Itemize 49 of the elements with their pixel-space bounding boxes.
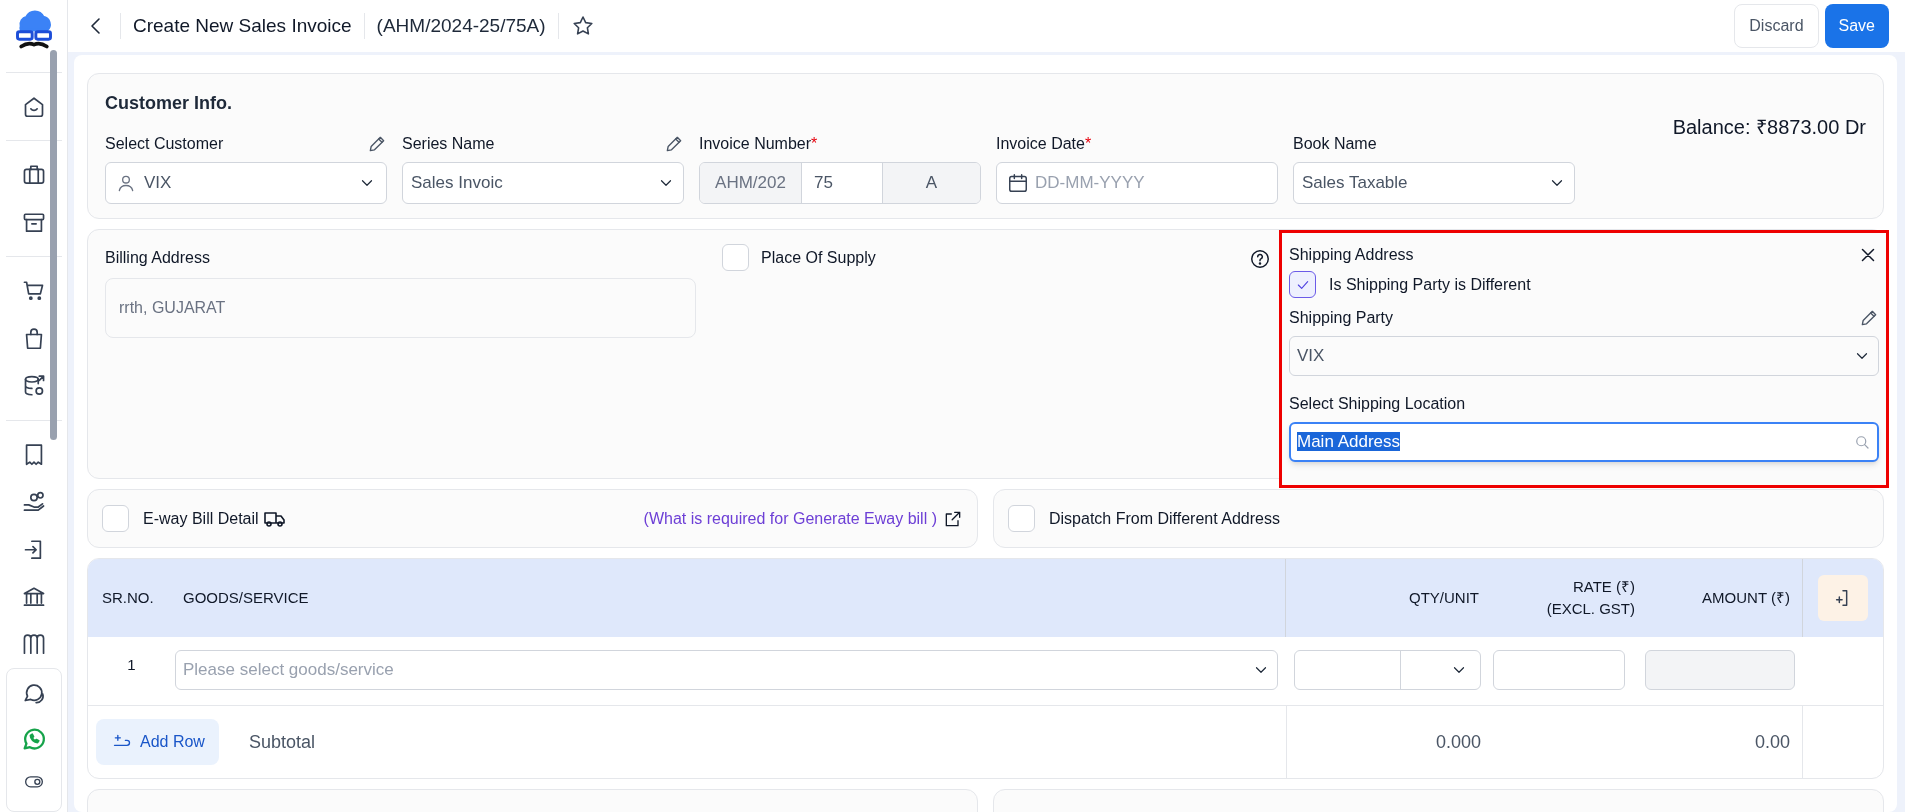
checkbox-label: Place Of Supply [761,247,876,268]
search-field[interactable]: Main Address [1289,422,1879,462]
add-column-button[interactable] [1818,575,1868,621]
field-label: Billing Address [105,248,211,268]
subtotal-label: Subtotal [248,730,315,754]
checkbox-label: Is Shipping Party is Different [1329,274,1531,295]
column-header: QTY/UNIT [1408,587,1480,608]
eway-help-link[interactable]: (What is required for Generate Eway bill ) [643,506,963,531]
calendar-icon [1007,172,1029,194]
page-title: Create New Sales Invoice [133,13,352,38]
field-label: Series Name [402,134,495,154]
field-label: Select Customer [105,134,224,154]
subtotal-quantity: 0.000 [1286,706,1493,778]
search-icon [1853,433,1871,451]
pencil-icon[interactable] [664,134,684,154]
balance-text: Balance: ₹8873.00 Dr [1672,115,1866,140]
field-label: Shipping Party [1289,308,1394,328]
panel-title: Shipping Address [1289,245,1414,265]
billing-address-field[interactable]: rrth, GUJARAT [105,278,696,338]
field-label: Invoice Number* [699,134,818,154]
table-cell-text: 1 [126,655,137,675]
discard-button[interactable]: Discard [1734,4,1819,48]
quantity-unit-field[interactable] [1294,650,1481,690]
pencil-icon[interactable] [1859,308,1879,328]
column-header: AMOUNT (₹) [1641,559,1803,637]
help-icon[interactable] [1249,248,1271,270]
dropdown-field[interactable]: Sales Invoic [402,162,684,204]
subtotal-amount: 0.00 [1641,706,1803,778]
save-button[interactable]: Save [1824,4,1889,48]
customer-select[interactable]: VIX [105,162,387,204]
checkbox-label: E-way Bill Detail [143,508,259,529]
add-row-button[interactable]: Add Row [96,719,219,765]
column-header: RATE (₹) (EXCL. GST) [1545,576,1636,619]
scrollbar[interactable] [50,50,57,440]
field-label: Select Shipping Location [1289,394,1467,414]
section-heading: Customer Info. [105,92,232,115]
invoice-reference: (AHM/2024-25/75A) [376,13,546,38]
field-label: Book Name [1293,134,1377,154]
dropdown-field[interactable]: VIX [1289,336,1879,376]
star-icon[interactable] [570,14,595,38]
checkbox-label: Dispatch From Different Address [1049,508,1280,529]
column-header: GOODS/SERVICE [175,559,1286,637]
checkbox[interactable] [1289,271,1316,298]
column-header: SR.NO. [101,587,155,608]
field-label: Invoice Date* [996,134,1092,154]
dropdown-field[interactable]: Sales Taxable [1293,162,1575,204]
user-icon [116,173,136,193]
rate-field[interactable] [1493,650,1625,690]
pencil-icon[interactable] [367,134,387,154]
